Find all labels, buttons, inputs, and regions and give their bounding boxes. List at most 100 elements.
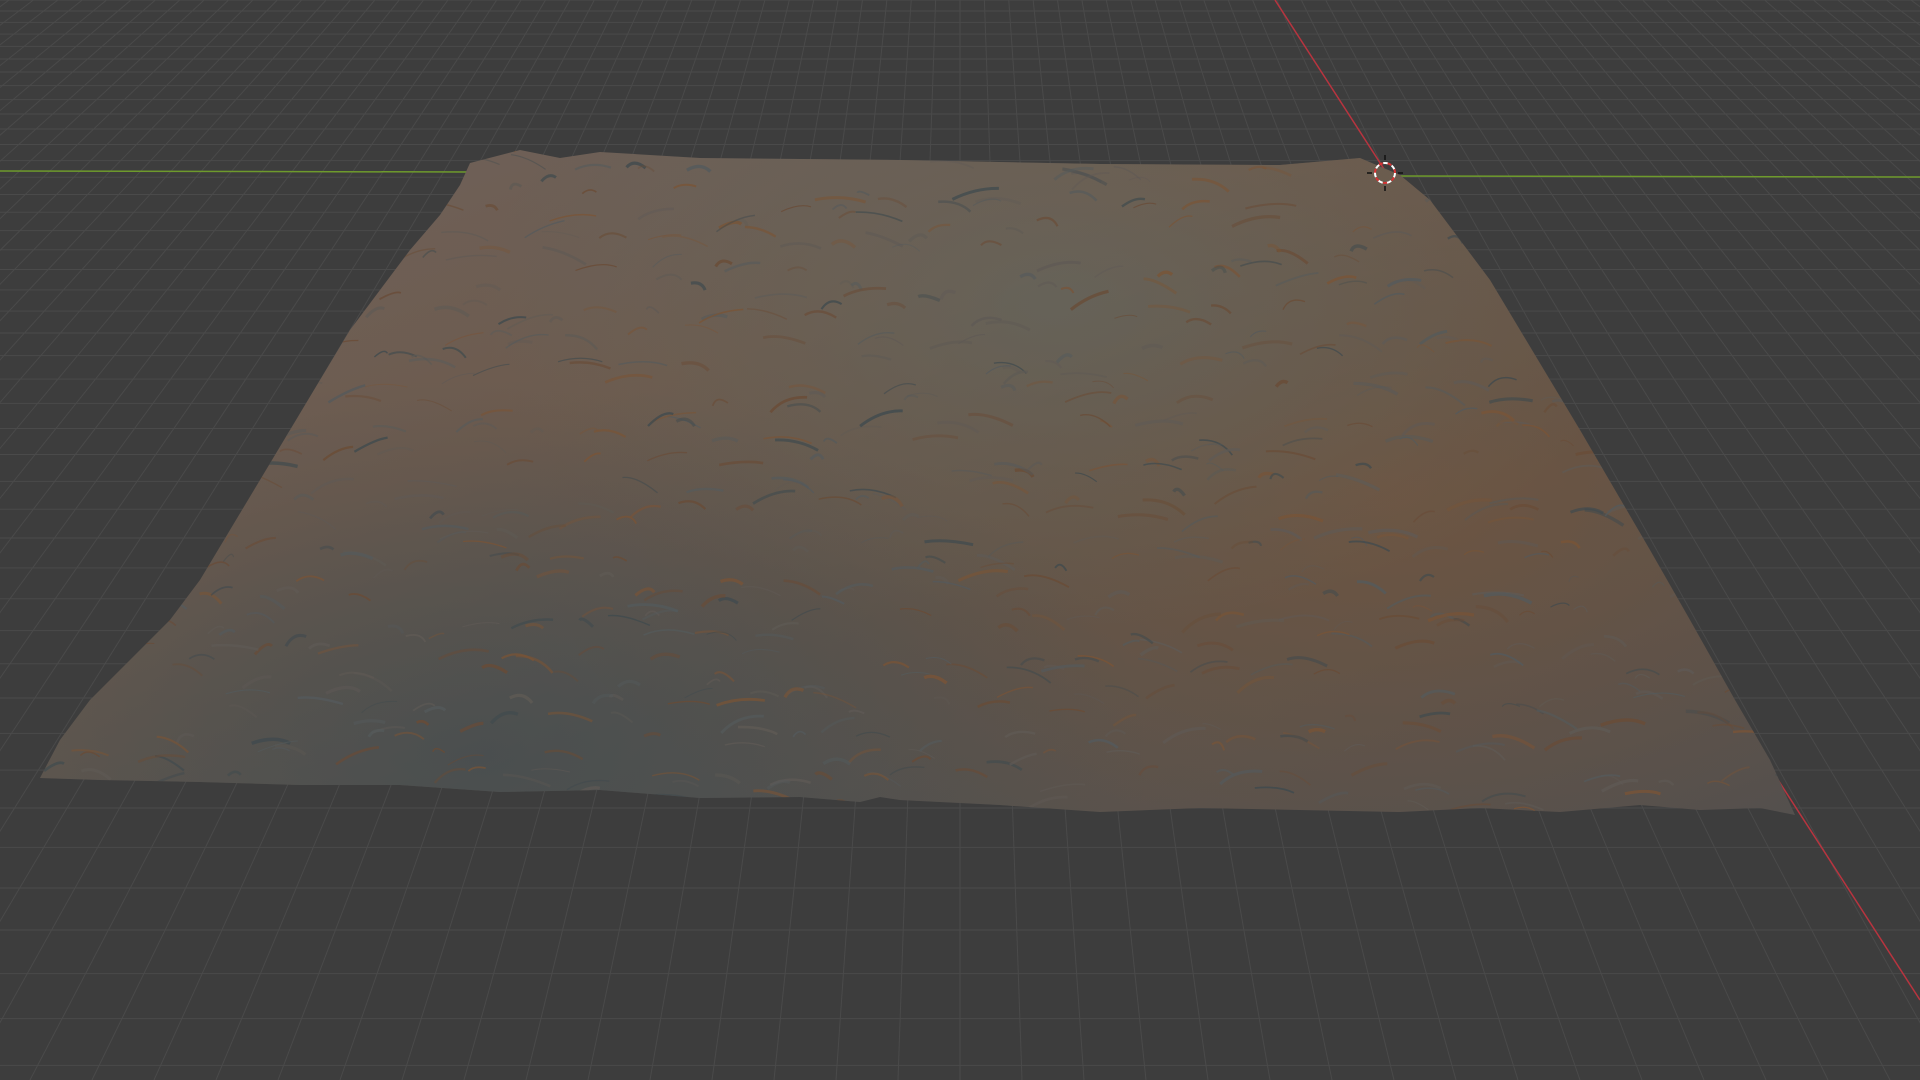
viewport-canvas[interactable] bbox=[0, 0, 1920, 1080]
terrain-ridge bbox=[182, 455, 203, 465]
terrain-ridge bbox=[240, 174, 286, 184]
terrain-ridge bbox=[300, 255, 336, 272]
terrain-ridge bbox=[267, 382, 301, 401]
terrain-ridge bbox=[66, 666, 81, 673]
terrain-ridge bbox=[361, 150, 402, 155]
terrain-ridge bbox=[1468, 243, 1499, 259]
terrain-ridge bbox=[158, 303, 198, 312]
terrain-ridge bbox=[1769, 305, 1795, 312]
terrain-ridge bbox=[130, 786, 142, 793]
terrain-ridge bbox=[1421, 186, 1444, 196]
terrain-ridge bbox=[80, 230, 113, 241]
grid-line bbox=[0, 0, 34, 26]
terrain-ridge bbox=[1590, 229, 1630, 251]
terrain-ridge bbox=[122, 645, 138, 652]
terrain-ridge bbox=[1668, 526, 1690, 533]
terrain-ridge bbox=[84, 574, 134, 582]
terrain-ridge bbox=[1709, 302, 1748, 308]
grid-line bbox=[1764, 0, 1920, 136]
terrain-ridge bbox=[576, 150, 617, 152]
terrain-ridge bbox=[1586, 414, 1619, 423]
terrain-ridge bbox=[86, 574, 114, 582]
terrain-ridge bbox=[1493, 182, 1513, 194]
terrain-ridge bbox=[343, 232, 390, 247]
terrain-ridge bbox=[86, 152, 132, 166]
grid-line bbox=[0, 0, 205, 190]
terrain-ridge bbox=[572, 150, 596, 155]
terrain-ridge bbox=[48, 701, 77, 715]
terrain-ridge bbox=[1706, 303, 1728, 311]
terrain-ridge bbox=[1773, 652, 1790, 660]
terrain-ridge bbox=[46, 197, 91, 210]
terrain-ridge bbox=[109, 341, 149, 354]
terrain-ridge bbox=[1727, 263, 1744, 272]
terrain-ridge bbox=[191, 789, 206, 798]
terrain-ridge bbox=[1637, 491, 1683, 506]
terrain-ridge bbox=[633, 799, 646, 807]
terrain-ridge bbox=[1745, 474, 1777, 483]
terrain-ridge bbox=[1521, 186, 1535, 192]
terrain-ridge bbox=[1629, 458, 1644, 466]
terrain-ridge bbox=[223, 184, 241, 192]
terrain-ridge bbox=[1437, 177, 1453, 184]
terrain-ridge bbox=[1629, 346, 1661, 360]
terrain-ridge bbox=[223, 423, 259, 438]
terrain-ridge bbox=[1564, 227, 1602, 233]
terrain-ridge bbox=[190, 450, 220, 463]
terrain-ridge bbox=[1209, 150, 1247, 156]
terrain-ridge bbox=[943, 802, 986, 815]
terrain-ridge bbox=[83, 392, 98, 398]
terrain-ridge bbox=[355, 240, 402, 247]
terrain-ridge bbox=[441, 152, 471, 164]
terrain-ridge bbox=[119, 473, 134, 482]
terrain-ridge bbox=[40, 459, 64, 473]
terrain-ridge bbox=[69, 666, 99, 676]
terrain-ridge bbox=[1726, 585, 1756, 596]
3d-viewport[interactable] bbox=[0, 0, 1920, 1080]
grid-line bbox=[0, 0, 132, 112]
terrain-ridge bbox=[1774, 150, 1795, 155]
grid-line bbox=[1886, 0, 1920, 26]
terrain-ridge bbox=[1749, 155, 1795, 169]
terrain-ridge bbox=[1643, 255, 1663, 262]
terrain-ridge bbox=[81, 453, 112, 466]
grid-line bbox=[1617, 0, 1920, 322]
terrain-ridge bbox=[51, 380, 89, 389]
terrain-ridge bbox=[274, 368, 313, 375]
terrain-ridge bbox=[1775, 585, 1795, 596]
terrain-ridge bbox=[1735, 288, 1776, 306]
terrain-ridge bbox=[830, 799, 850, 807]
terrain-ridge bbox=[268, 361, 300, 373]
terrain-ridge bbox=[1470, 235, 1483, 242]
terrain-ridge bbox=[558, 798, 596, 804]
terrain-ridge bbox=[220, 185, 262, 194]
terrain-ridge bbox=[997, 150, 1017, 155]
terrain-ridge bbox=[122, 323, 159, 340]
terrain-ridge bbox=[1265, 150, 1305, 165]
grid-line bbox=[1788, 0, 1920, 112]
terrain-ridge bbox=[1704, 498, 1746, 510]
terrain-ridge bbox=[259, 257, 300, 274]
terrain-ridge bbox=[1656, 222, 1702, 228]
terrain-ridge bbox=[1628, 245, 1655, 259]
terrain-ridge bbox=[1789, 567, 1795, 588]
terrain-ridge bbox=[1720, 387, 1749, 395]
terrain-ridge bbox=[54, 517, 80, 529]
terrain-ridge bbox=[205, 276, 225, 286]
terrain-ridge bbox=[256, 222, 277, 229]
terrain-ridge bbox=[148, 558, 184, 567]
grid-line bbox=[0, 0, 156, 136]
terrain-ridge bbox=[1641, 413, 1671, 423]
terrain-ridge bbox=[208, 782, 256, 789]
terrain-ridge bbox=[1765, 509, 1782, 519]
terrain-ridge bbox=[1755, 680, 1781, 686]
terrain-ridge bbox=[1772, 302, 1790, 310]
terrain-ridge bbox=[82, 612, 105, 620]
terrain-ridge bbox=[74, 370, 93, 376]
terrain-ridge bbox=[1638, 315, 1687, 322]
terrain-ridge bbox=[151, 418, 187, 427]
terrain-ridge bbox=[432, 187, 452, 195]
terrain-ridge bbox=[90, 497, 114, 505]
terrain-ridge bbox=[302, 259, 323, 269]
terrain-ridge bbox=[1608, 201, 1652, 211]
